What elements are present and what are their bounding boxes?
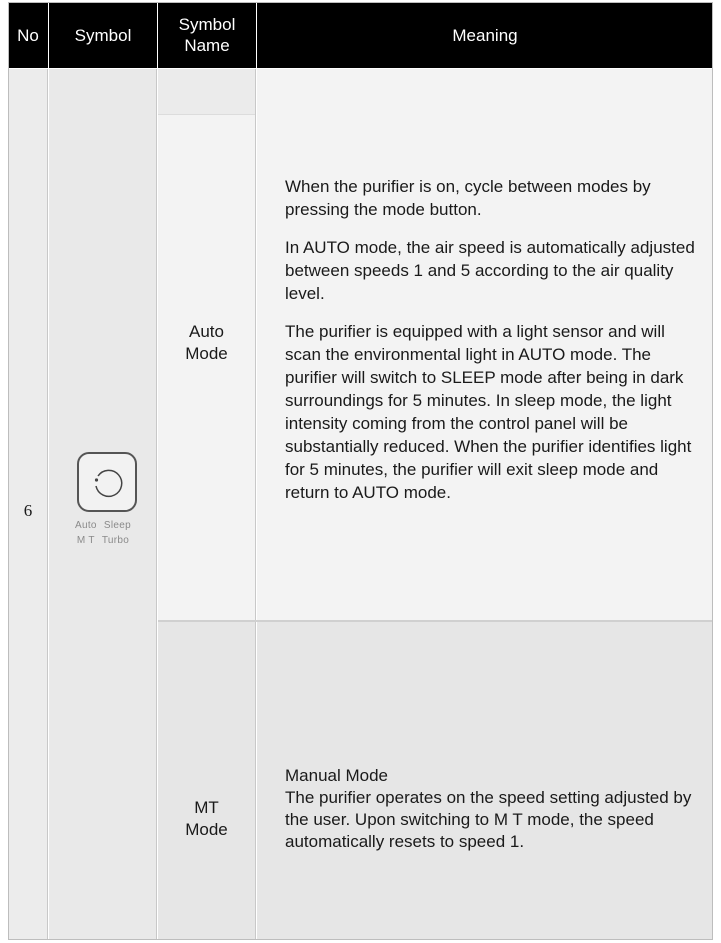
cell-mt-mode-name: MT Mode <box>158 622 256 940</box>
mt-mode-title: Manual Mode <box>285 766 389 785</box>
cell-symbol: Auto Sleep M T Turbo <box>49 69 157 940</box>
header-symbol: Symbol <box>49 2 157 68</box>
cell-auto-mode-name: Auto Mode <box>158 69 256 620</box>
cell-no: 6 <box>8 69 48 940</box>
caption-auto: Auto <box>75 520 97 531</box>
auto-mode-paragraph-2: In AUTO mode, the air speed is automatic… <box>285 238 695 303</box>
mt-mode-body: The purifier operates on the speed setti… <box>285 788 692 851</box>
auto-mode-paragraph-3: The purifier is equipped with a light se… <box>285 322 692 502</box>
cell-mt-mode-meaning: Manual Mode The purifier operates on the… <box>257 622 713 940</box>
cell-divider-strip <box>158 69 255 115</box>
mode-table: No Symbol Symbol Name Meaning 6 Auto Sle… <box>8 2 713 940</box>
symbol-caption-line2: M T Turbo <box>49 535 157 546</box>
row-number: 6 <box>23 501 33 520</box>
cell-auto-mode-meaning: When the purifier is on, cycle between m… <box>257 69 713 620</box>
header-symbol-name: Symbol Name <box>158 2 256 68</box>
mt-mode-description: Manual Mode The purifier operates on the… <box>285 765 705 853</box>
mode-button-icon <box>77 452 137 512</box>
auto-mode-label: Auto Mode <box>185 322 228 363</box>
header-meaning: Meaning <box>257 2 713 68</box>
circular-cycle-icon <box>94 469 123 498</box>
caption-turbo: Turbo <box>101 535 130 546</box>
auto-mode-description: When the purifier is on, cycle between m… <box>285 175 705 504</box>
auto-mode-paragraph-1: When the purifier is on, cycle between m… <box>285 177 651 219</box>
symbol-caption-line1: Auto Sleep <box>49 520 157 531</box>
caption-sleep: Sleep <box>103 520 131 531</box>
header-symbol-name-line2: Name <box>184 36 230 55</box>
caption-mt: M T <box>76 535 95 546</box>
header-symbol-name-line1: Symbol <box>178 15 236 34</box>
header-no: No <box>8 2 48 68</box>
mt-mode-label: MT Mode <box>185 798 228 839</box>
